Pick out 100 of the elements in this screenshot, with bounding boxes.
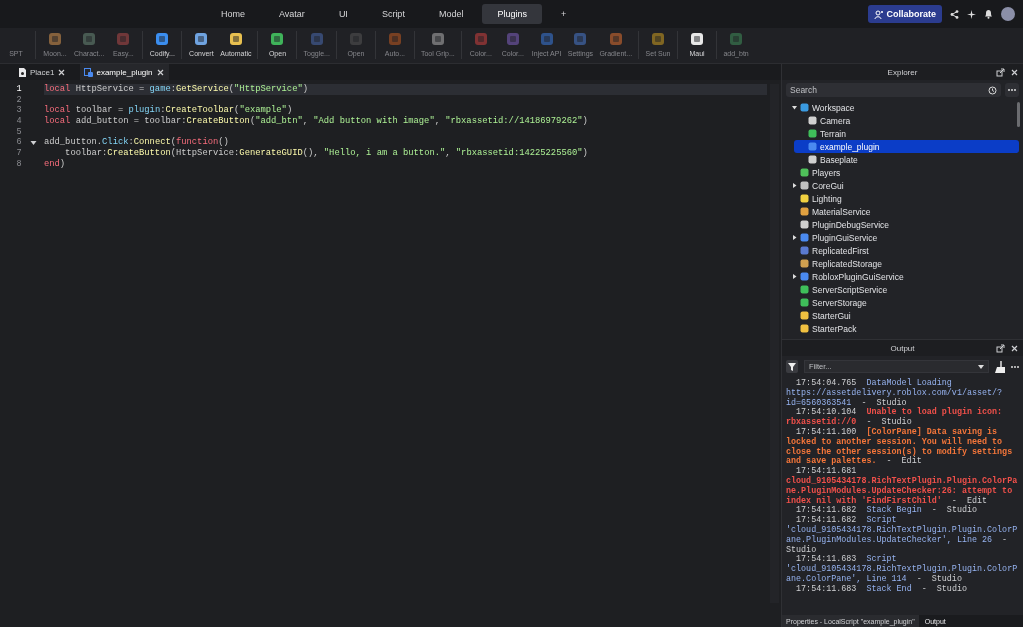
file-icon	[18, 67, 27, 77]
tree-item[interactable]: PluginDebugService	[786, 218, 1019, 231]
plugin-icon	[347, 31, 364, 47]
line-number: 5	[15, 126, 23, 138]
log-entry: 17:54:11.683 Script 'cloud_9105434178.RichTextPlugin.Plugin.ColorPane.ColorPane', Line 114 - Studio	[786, 555, 1019, 584]
plugin-icon	[308, 31, 325, 47]
expanded-arrow-icon[interactable]	[792, 105, 797, 110]
tree-item[interactable]: Terrain	[794, 127, 1019, 140]
node-icon	[808, 155, 817, 164]
close-icon[interactable]	[1010, 68, 1019, 77]
plugin-icon	[227, 31, 244, 47]
plugin-icon	[650, 31, 667, 47]
line-number: 1	[15, 84, 23, 95]
bell-icon[interactable]	[984, 9, 993, 19]
plugin-icon	[47, 31, 63, 47]
undock-icon[interactable]	[996, 68, 1005, 77]
node-icon	[800, 194, 809, 203]
filter-button[interactable]	[786, 360, 798, 373]
tree-item[interactable]: StarterGui	[786, 309, 1019, 322]
line-number: 2	[15, 94, 23, 106]
tree-item[interactable]: CoreGui	[786, 179, 1019, 192]
node-icon	[800, 272, 809, 281]
tree-item[interactable]: Workspace	[786, 101, 1019, 114]
node-icon	[800, 220, 809, 229]
plugin-icon	[154, 31, 171, 47]
history-icon[interactable]	[988, 85, 997, 95]
menu-tab[interactable]: Model	[423, 4, 479, 24]
menu-tab[interactable]: Plugins	[482, 4, 542, 24]
plugin-icon	[728, 31, 745, 47]
close-icon[interactable]	[57, 67, 67, 77]
tree-item[interactable]: Players	[786, 166, 1019, 179]
node-icon	[800, 285, 809, 294]
tree-item[interactable]: Lighting	[786, 192, 1019, 205]
plugin-icon	[504, 31, 521, 47]
node-icon	[800, 233, 809, 242]
tree-item[interactable]: PluginGuiService	[786, 231, 1019, 244]
collapsed-arrow-icon[interactable]	[792, 235, 797, 240]
fold-arrow-icon[interactable]	[30, 139, 37, 146]
log-entry: 17:54:11.681 cloud_9105434178.RichTextPlugin.Plugin.ColorPane.PluginModules.UpdateChecker:26: attempt to index nil with 'FindFirstChild' - Edit	[786, 467, 1019, 506]
tree-item[interactable]: RobloxPluginGuiService	[786, 270, 1019, 283]
share-icon[interactable]	[950, 9, 959, 19]
plugin-icon	[689, 31, 706, 47]
menu-tab[interactable]: Avatar	[264, 4, 320, 24]
plugin-icon	[429, 31, 446, 47]
script-icon	[84, 67, 94, 77]
collapsed-arrow-icon[interactable]	[792, 274, 797, 279]
undock-icon[interactable]	[996, 344, 1005, 353]
tree-item[interactable]: ReplicatedStorage	[786, 257, 1019, 270]
broom-icon[interactable]	[995, 360, 1005, 373]
log-entry: 17:54:11.683 Stack End - Studio	[795, 584, 968, 595]
tree-item[interactable]: MaterialService	[786, 205, 1019, 218]
menu-tab[interactable]: Script	[366, 4, 420, 24]
menu-tab[interactable]: +	[545, 4, 582, 24]
add-person-icon	[874, 9, 884, 19]
close-icon[interactable]	[155, 67, 165, 77]
node-icon	[808, 142, 817, 151]
tree-item[interactable]: Baseplate	[794, 153, 1019, 166]
code-line: local add_button = toolbar:CreateButton("add_btn", "Add button with image", "rbxassetid://14186979262")	[44, 116, 589, 127]
code-line: toolbar:CreateButton(HttpService:GenerateGUID(), "Hello, i am a button.", "rbxassetid:14225225560")	[64, 148, 589, 159]
tree-item[interactable]: StarterPack	[786, 322, 1019, 335]
node-icon	[800, 298, 809, 307]
tree-item[interactable]: Camera	[794, 114, 1019, 127]
editor-tab[interactable]: example_plugin	[80, 64, 169, 80]
node-icon	[800, 207, 809, 216]
avatar[interactable]	[1001, 7, 1015, 21]
collapsed-arrow-icon[interactable]	[792, 183, 797, 188]
caret-icon[interactable]	[978, 364, 984, 369]
plugin-icon	[572, 31, 589, 47]
collaborate-button[interactable]: Collaborate	[868, 5, 942, 23]
search-field[interactable]: Search	[786, 83, 1001, 97]
node-icon	[800, 324, 809, 333]
sparkle-icon[interactable]	[967, 9, 976, 19]
tree-item[interactable]: example_plugin	[794, 140, 1019, 153]
menu-tab[interactable]: UI	[323, 4, 363, 24]
more-button[interactable]	[1005, 83, 1019, 97]
plugin-icon	[269, 31, 286, 47]
node-icon	[800, 311, 809, 320]
code-line: add_button.Click:Connect(function()	[44, 137, 230, 148]
funnel-icon	[788, 362, 796, 371]
plugin-icon	[607, 31, 624, 47]
panel-title: Output	[890, 343, 915, 353]
menu-tab[interactable]: Home	[206, 4, 260, 24]
node-icon	[800, 168, 809, 177]
plugin-icon	[81, 31, 98, 47]
node-icon	[808, 116, 817, 125]
code-line: local toolbar = plugin:CreateToolbar("example")	[44, 105, 294, 116]
tree-item[interactable]: ReplicatedFirst	[786, 244, 1019, 257]
editor-tab[interactable]: Place1	[14, 64, 71, 80]
node-icon	[800, 181, 809, 190]
more-icon[interactable]	[1011, 365, 1019, 368]
node-icon	[800, 246, 809, 255]
line-number: 6	[15, 137, 23, 149]
close-icon[interactable]	[1010, 344, 1019, 353]
log-entry: 17:54:11.100 [ColorPane] Data saving is locked to another session. You will need to close the other session(s) to modify settings and save palettes. - Edit	[786, 428, 1014, 467]
tree-item[interactable]: ServerScriptService	[786, 283, 1019, 296]
scrollbar-thumb[interactable]	[1017, 102, 1020, 127]
node-icon	[808, 129, 817, 138]
line-number: 3	[15, 105, 23, 117]
log-entry: 17:54:04.765 DataModel Loading https://assetdelivery.roblox.com/v1/asset/?id=6560363541 - Studio	[786, 379, 1004, 408]
tree-item[interactable]: ServerStorage	[786, 296, 1019, 309]
